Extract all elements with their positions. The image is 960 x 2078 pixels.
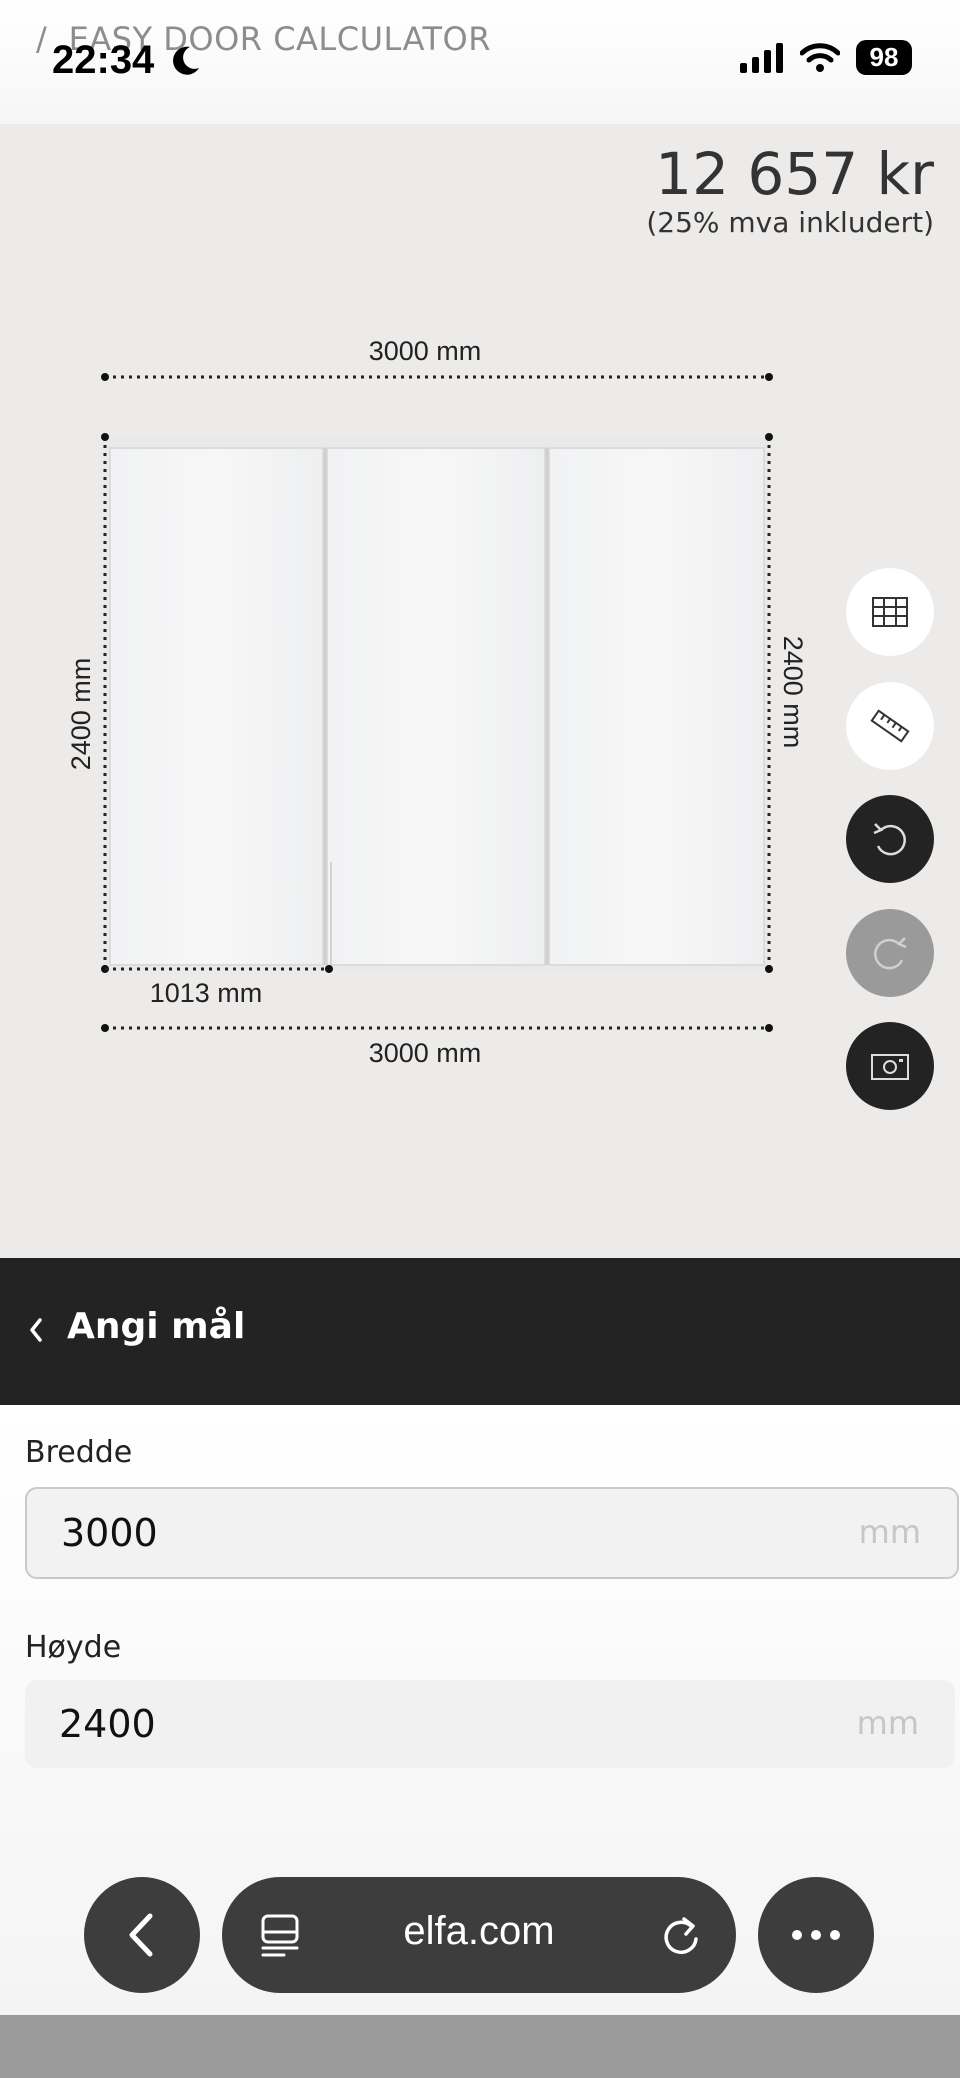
camera-icon [871, 1054, 909, 1080]
status-time: 22:34 [52, 38, 155, 82]
measure-button[interactable] [846, 682, 934, 770]
panel-title: Angi mål [67, 1306, 246, 1347]
browser-back-button[interactable] [84, 1877, 200, 1993]
url-text[interactable]: elfa.com [222, 1909, 736, 1954]
address-bar[interactable]: elfa.com [222, 1877, 736, 1993]
width-input[interactable] [61, 1489, 761, 1577]
grid-icon [872, 597, 908, 627]
dimensions-panel-header[interactable]: Angi mål [0, 1258, 960, 1405]
grid-view-button[interactable] [846, 568, 934, 656]
door-panel-1[interactable] [109, 447, 324, 966]
status-icons: 98 [740, 40, 912, 75]
wifi-icon [800, 42, 840, 72]
battery-indicator: 98 [856, 40, 912, 75]
reload-icon[interactable] [662, 1913, 704, 1957]
height-input[interactable] [59, 1680, 759, 1768]
dimension-dot [101, 373, 109, 381]
price-block: 12 657 kr (25% mva inkludert) [646, 142, 934, 239]
moon-icon [173, 46, 199, 75]
dimension-dot [101, 1024, 109, 1032]
price-vat-note: (25% mva inkludert) [646, 206, 934, 239]
height-left-label: 2400 mm [66, 658, 96, 771]
more-options-button[interactable] [758, 1877, 874, 1993]
dimension-dot [325, 965, 333, 973]
dimension-dot [765, 373, 773, 381]
undo-button[interactable] [846, 795, 934, 883]
top-bar: / EASY DOOR CALCULATOR 22:34 98 [0, 0, 960, 124]
bottom-strip [0, 2015, 960, 2078]
more-icon [792, 1930, 840, 1940]
height-field[interactable]: mm [25, 1680, 955, 1768]
undo-icon [873, 823, 906, 856]
width-bottom-label: 3000 mm [369, 1038, 482, 1068]
width-label: Bredde [25, 1435, 133, 1470]
redo-button[interactable] [846, 909, 934, 997]
height-right-label: 2400 mm [778, 636, 808, 749]
signal-icon [740, 42, 783, 73]
chevron-left-icon [129, 1913, 153, 1957]
dimension-dot [765, 1024, 773, 1032]
chevron-left-icon[interactable] [22, 1310, 48, 1350]
door-width-label: 1013 mm [150, 978, 263, 1008]
dimension-dot [765, 433, 773, 441]
ruler-icon [870, 709, 910, 743]
dimension-dot [101, 433, 109, 441]
height-label: Høyde [25, 1630, 122, 1665]
door-panel-2[interactable] [326, 447, 546, 966]
redo-icon [874, 937, 907, 970]
dimension-dot [765, 965, 773, 973]
width-unit: mm [858, 1513, 921, 1551]
snapshot-button[interactable] [846, 1022, 934, 1110]
door-drawing[interactable]: 3000 mm 2400 mm 2400 mm 1013 mm 3000 mm [0, 300, 860, 1120]
breadcrumb-separator: / [36, 20, 48, 58]
door-panel-3[interactable] [548, 447, 765, 966]
width-top-label: 3000 mm [369, 336, 482, 366]
height-unit: mm [856, 1704, 919, 1742]
width-field[interactable]: mm [25, 1487, 959, 1579]
price-amount: 12 657 kr [655, 140, 934, 208]
